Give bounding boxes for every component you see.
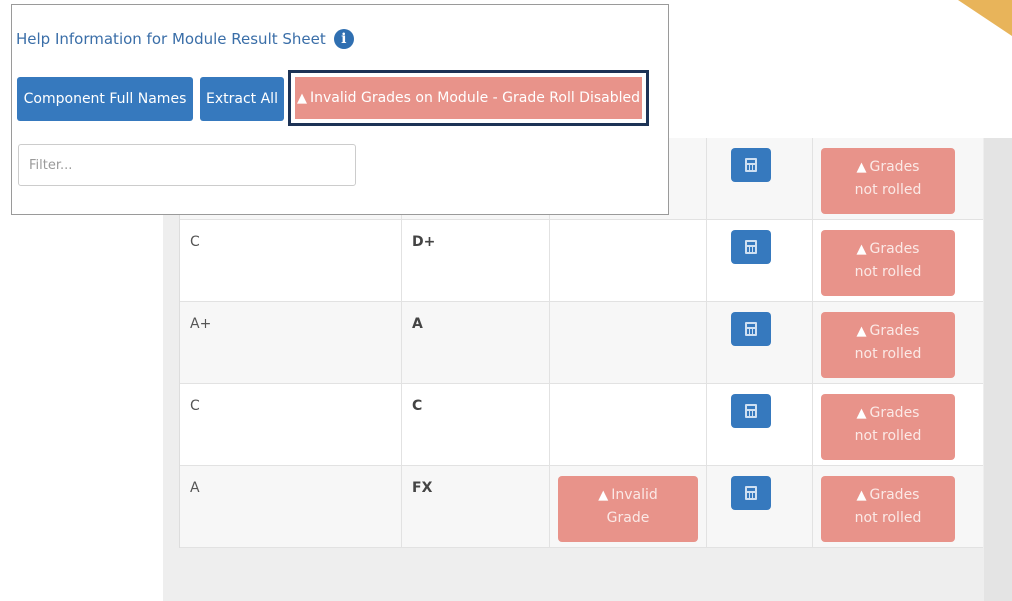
status-label: Grades (869, 405, 920, 421)
status-label: Grades (869, 241, 920, 257)
component-full-names-button[interactable]: Component Full Names (17, 77, 193, 121)
final-grade-cell: FX (402, 466, 550, 547)
invalid-cell: ▲ Invalid Grade (550, 466, 707, 547)
status-label: Grades (869, 159, 920, 175)
help-panel: Help Information for Module Result Sheet… (11, 4, 669, 215)
vertical-scrollbar[interactable] (984, 138, 1012, 601)
calculator-button[interactable] (731, 312, 771, 346)
invalid-cell (550, 302, 707, 383)
status-label-line2: not rolled (854, 182, 922, 198)
table-row: A FX ▲ Invalid Grade ▲ Grades not rolled (180, 466, 983, 548)
grade-cell: C (180, 384, 402, 465)
grade-cell: A+ (180, 302, 402, 383)
grades-not-rolled-button[interactable]: ▲ Grades not rolled (821, 230, 955, 296)
warning-icon: ▲ (296, 90, 307, 106)
status-label-line2: not rolled (854, 510, 922, 526)
calculator-icon (745, 404, 757, 418)
status-label: Grades (869, 323, 920, 339)
status-cell: ▲ Grades not rolled (813, 466, 983, 547)
invalid-cell (550, 384, 707, 465)
grades-not-rolled-button[interactable]: ▲ Grades not rolled (821, 148, 955, 214)
grades-not-rolled-button[interactable]: ▲ Grades not rolled (821, 312, 955, 378)
filter-input[interactable] (18, 144, 356, 186)
status-label-line2: not rolled (854, 346, 922, 362)
final-grade-cell: D+ (402, 220, 550, 301)
final-grade-cell: A (402, 302, 550, 383)
status-cell: ▲ Grades not rolled (813, 220, 983, 301)
table-row: C D+ ▲ Grades not rolled (180, 220, 983, 302)
warning-icon: ▲ (856, 242, 867, 257)
calculator-button[interactable] (731, 148, 771, 182)
grade-cell: C (180, 220, 402, 301)
table-row: A+ A ▲ Grades not rolled (180, 302, 983, 384)
status-label-line2: not rolled (854, 428, 922, 444)
invalid-grades-module-label: Invalid Grades on Module - Grade Roll Di… (309, 90, 640, 106)
final-grade-cell: C (402, 384, 550, 465)
calc-cell (707, 302, 813, 383)
warning-icon: ▲ (856, 324, 867, 339)
info-icon[interactable]: i (333, 29, 354, 49)
warning-icon: ▲ (598, 488, 609, 503)
highlight-frame: ▲ Invalid Grades on Module - Grade Roll … (288, 70, 649, 126)
invalid-grade-button[interactable]: ▲ Invalid Grade (558, 476, 698, 542)
grades-not-rolled-button[interactable]: ▲ Grades not rolled (821, 394, 955, 460)
warning-icon: ▲ (856, 160, 867, 175)
help-title-row: Help Information for Module Result Sheet… (16, 29, 354, 49)
status-cell: ▲ Grades not rolled (813, 138, 983, 219)
calculator-button[interactable] (731, 476, 771, 510)
calculator-icon (745, 240, 757, 254)
grades-not-rolled-button[interactable]: ▲ Grades not rolled (821, 476, 955, 542)
status-label-line2: not rolled (854, 264, 922, 280)
help-title: Help Information for Module Result Sheet (16, 30, 326, 48)
calculator-icon (745, 486, 757, 500)
status-label: Grades (869, 487, 920, 503)
invalid-label: Invalid (611, 487, 658, 503)
warning-icon: ▲ (856, 488, 867, 503)
calc-cell (707, 466, 813, 547)
invalid-label-line2: Grade (606, 510, 650, 526)
calculator-icon (745, 158, 757, 172)
extract-all-button[interactable]: Extract All (200, 77, 284, 121)
calculator-button[interactable] (731, 230, 771, 264)
calc-cell (707, 138, 813, 219)
calculator-icon (745, 322, 757, 336)
corner-accent-decoration (958, 0, 1012, 36)
grade-cell: A (180, 466, 402, 547)
table-row: C C ▲ Grades not rolled (180, 384, 983, 466)
invalid-cell (550, 220, 707, 301)
status-cell: ▲ Grades not rolled (813, 302, 983, 383)
warning-icon: ▲ (856, 406, 867, 421)
calculator-button[interactable] (731, 394, 771, 428)
calc-cell (707, 384, 813, 465)
calc-cell (707, 220, 813, 301)
status-cell: ▲ Grades not rolled (813, 384, 983, 465)
invalid-grades-module-button[interactable]: ▲ Invalid Grades on Module - Grade Roll … (295, 77, 642, 119)
